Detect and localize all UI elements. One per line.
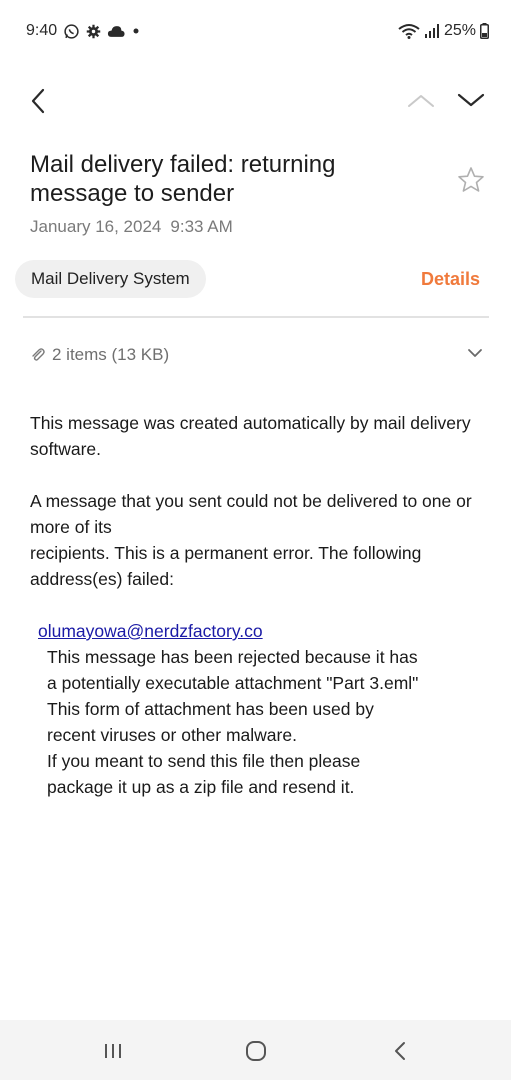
system-nav-bar [0, 1020, 511, 1080]
email-date: January 16, 2024 9:33 AM [30, 217, 233, 237]
chevron-up-icon[interactable] [404, 86, 438, 116]
details-link[interactable]: Details [421, 269, 480, 290]
sender-chip[interactable]: Mail Delivery System [15, 260, 206, 298]
cloud-icon [107, 25, 125, 38]
body-paragraph-1: This message was created automatically b… [30, 413, 471, 459]
email-subject: Mail delivery failed: returning message … [30, 151, 336, 207]
email-date-text: January 16, 2024 [30, 217, 162, 236]
signal-icon [424, 23, 440, 39]
email-body: This message was created automatically b… [30, 410, 490, 800]
dot-icon [131, 26, 141, 36]
status-right: 25% [398, 22, 489, 40]
back-arrow-icon[interactable] [24, 86, 54, 116]
status-bar: 9:40 25% [0, 0, 511, 62]
reason-line: package it up as a zip file and resend i… [47, 777, 355, 797]
email-time-text: 9:33 AM [170, 217, 233, 236]
battery-icon [480, 23, 489, 39]
whatsapp-icon [63, 23, 80, 40]
reason-line: If you meant to send this file then plea… [47, 751, 361, 771]
status-time: 9:40 [26, 22, 58, 39]
body-paragraph-2-line-2: recipients. This is a permanent error. T… [30, 543, 422, 589]
reason-line: a potentially executable attachment "Par… [47, 673, 419, 693]
paperclip-icon [30, 347, 46, 363]
status-left: 9:40 [26, 22, 141, 40]
home-icon[interactable] [241, 1036, 271, 1066]
reason-line: recent viruses or other malware. [47, 725, 297, 745]
reason-line: This form of attachment has been used by [47, 699, 374, 719]
gear-icon [86, 24, 101, 39]
expand-chevron-icon[interactable] [466, 344, 484, 367]
attachments-summary: 2 items (13 KB) [52, 345, 170, 364]
back-icon[interactable] [385, 1036, 415, 1066]
attachments-row[interactable]: 2 items (13 KB) [30, 340, 486, 370]
divider [23, 316, 489, 318]
battery-level: 25% [443, 22, 476, 39]
recent-apps-icon[interactable] [98, 1036, 128, 1066]
chevron-down-icon[interactable] [454, 86, 488, 116]
wifi-icon [398, 23, 420, 39]
failed-address-link[interactable]: olumayowa@nerdzfactory.co [38, 621, 263, 641]
failure-details: olumayowa@nerdzfactory.co This message h… [30, 618, 490, 800]
body-paragraph-2-line-1: A message that you sent could not be del… [30, 491, 472, 537]
reason-line: This message has been rejected because i… [47, 647, 418, 667]
star-icon[interactable] [456, 165, 486, 195]
email-toolbar [0, 76, 511, 124]
